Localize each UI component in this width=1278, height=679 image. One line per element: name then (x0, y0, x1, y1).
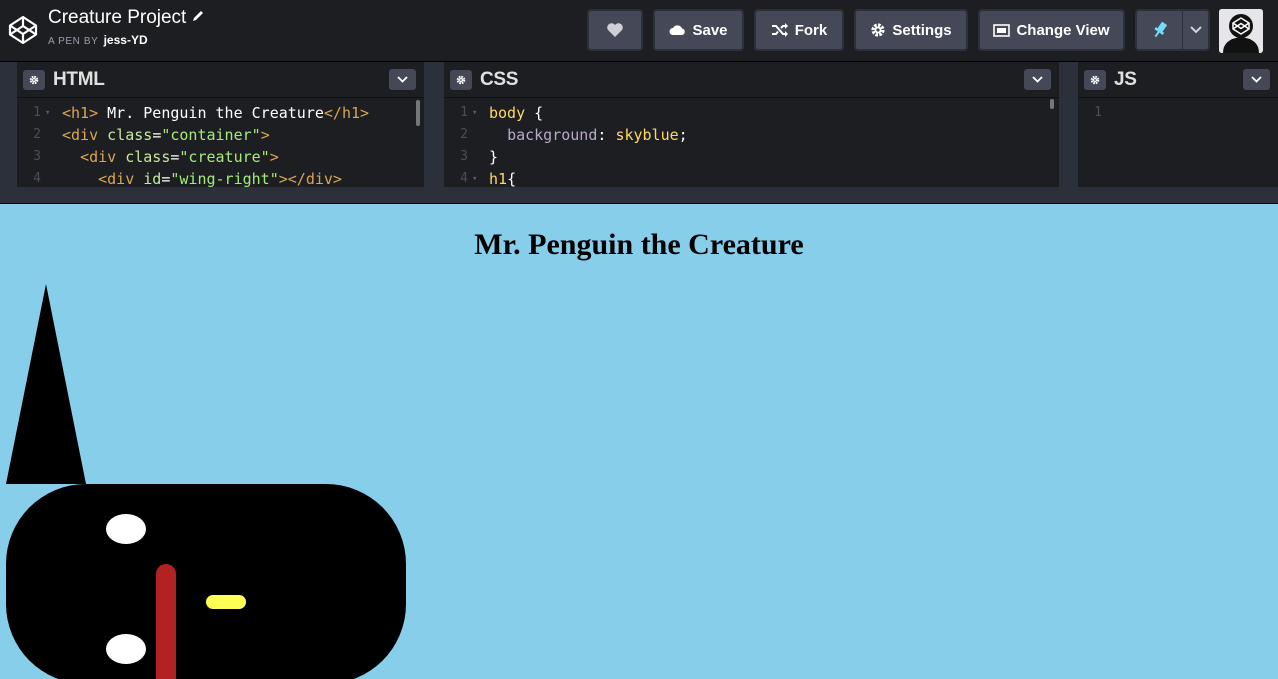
html-code-area[interactable]: 1 ▾ <h1> Mr. Penguin the Creature</h1> 2 <di… (17, 98, 424, 187)
top-bar: Creature Project A PEN BY jess-YD Save F… (0, 0, 1278, 62)
code-text: body { (489, 104, 544, 122)
save-button[interactable]: Save (653, 9, 744, 51)
css-collapse-chevron-down-icon[interactable] (1024, 69, 1051, 90)
css-editor-header: CSS (444, 62, 1059, 98)
pin-icon[interactable] (1137, 11, 1183, 49)
user-avatar[interactable] (1219, 9, 1263, 53)
js-settings-gear-icon[interactable] (1084, 69, 1106, 90)
css-code-area[interactable]: 1 ▾ body { 2 background: skyblue; 3} 4 ▾ h1{ (444, 98, 1059, 187)
code-text: <h1> Mr. Penguin the Creature</h1> (62, 104, 370, 122)
css-editor-title: CSS (480, 68, 519, 90)
pen-title-area: Creature Project A PEN BY jess-YD (48, 7, 205, 47)
line-number: 3 (460, 149, 468, 164)
heart-icon (606, 22, 624, 38)
code-text: background: skyblue; (507, 126, 688, 144)
codepen-logo-icon[interactable] (7, 14, 39, 46)
penguin-body (6, 484, 406, 679)
fold-arrow-icon[interactable]: ▾ (45, 102, 50, 124)
fork-label: Fork (794, 21, 828, 39)
save-label: Save (692, 21, 728, 39)
settings-button[interactable]: Settings (854, 9, 968, 51)
line-number: 1 (33, 105, 41, 120)
line-number: 4 (460, 171, 468, 186)
js-code-area[interactable]: 1 (1078, 98, 1278, 187)
penguin-beak (206, 595, 246, 609)
fold-arrow-icon[interactable]: ▾ (472, 102, 477, 124)
html-editor-header: HTML (17, 62, 424, 98)
line-number: 1 (1094, 105, 1102, 120)
change-view-button[interactable]: Change View (978, 9, 1125, 51)
html-editor: HTML 1 ▾ <h1> Mr. Penguin the Creature</h1… (17, 62, 424, 187)
preview-heading: Mr. Penguin the Creature (474, 228, 804, 261)
editor-resizer-left[interactable] (0, 62, 17, 187)
chevron-down-icon[interactable] (1183, 11, 1208, 49)
pen-by-label: A PEN BY (48, 36, 99, 47)
editor-resizer-html-css[interactable] (424, 62, 444, 187)
js-collapse-chevron-down-icon[interactable] (1243, 69, 1270, 90)
line-number: 2 (33, 127, 41, 142)
editor-resizer-css-js[interactable] (1059, 62, 1078, 187)
code-text: <div id="wing-right"></div> (98, 170, 342, 187)
gear-icon (870, 22, 886, 38)
preview-resize-bar[interactable] (0, 187, 1278, 204)
html-settings-gear-icon[interactable] (23, 69, 45, 90)
line-number: 2 (460, 127, 468, 142)
code-text: h1{ (489, 170, 517, 187)
fold-arrow-icon[interactable]: ▾ (472, 168, 477, 187)
editor-panels: HTML 1 ▾ <h1> Mr. Penguin the Creature</h1… (0, 62, 1278, 187)
line-number: 4 (33, 171, 41, 186)
css-scrollbar[interactable] (1050, 99, 1054, 109)
author-link[interactable]: jess-YD (104, 33, 148, 47)
penguin-wing (156, 564, 176, 679)
result-preview: Mr. Penguin the Creature (0, 204, 1278, 679)
pen-title[interactable]: Creature Project (48, 7, 186, 29)
line-number: 3 (33, 149, 41, 164)
html-scrollbar[interactable] (416, 100, 420, 126)
fork-button[interactable]: Fork (754, 9, 844, 51)
css-settings-gear-icon[interactable] (450, 69, 472, 90)
js-editor-header: JS (1078, 62, 1278, 98)
js-editor: JS 1 (1078, 62, 1278, 187)
html-editor-title: HTML (53, 68, 105, 90)
penguin-eye-top (106, 514, 146, 544)
love-button[interactable] (587, 9, 643, 51)
edit-pencil-icon[interactable] (192, 7, 205, 29)
js-editor-title: JS (1114, 68, 1137, 90)
cloud-icon (669, 24, 686, 36)
layout-icon (993, 23, 1011, 37)
settings-label: Settings (892, 21, 952, 39)
css-editor: CSS 1 ▾ body { 2 background: skyblue; 3} 4 ▾ h1… (444, 62, 1059, 187)
change-view-label: Change View (1016, 21, 1110, 39)
code-text: <div class="container"> (62, 126, 270, 144)
line-number: 1 (460, 105, 468, 120)
penguin-eye-bottom (106, 634, 146, 664)
html-collapse-chevron-down-icon[interactable] (389, 69, 416, 90)
code-text: } (489, 148, 499, 166)
penguin-hat (6, 284, 86, 484)
pin-button[interactable] (1135, 9, 1210, 51)
fork-icon (771, 23, 789, 37)
code-text: <div class="creature"> (80, 148, 279, 166)
